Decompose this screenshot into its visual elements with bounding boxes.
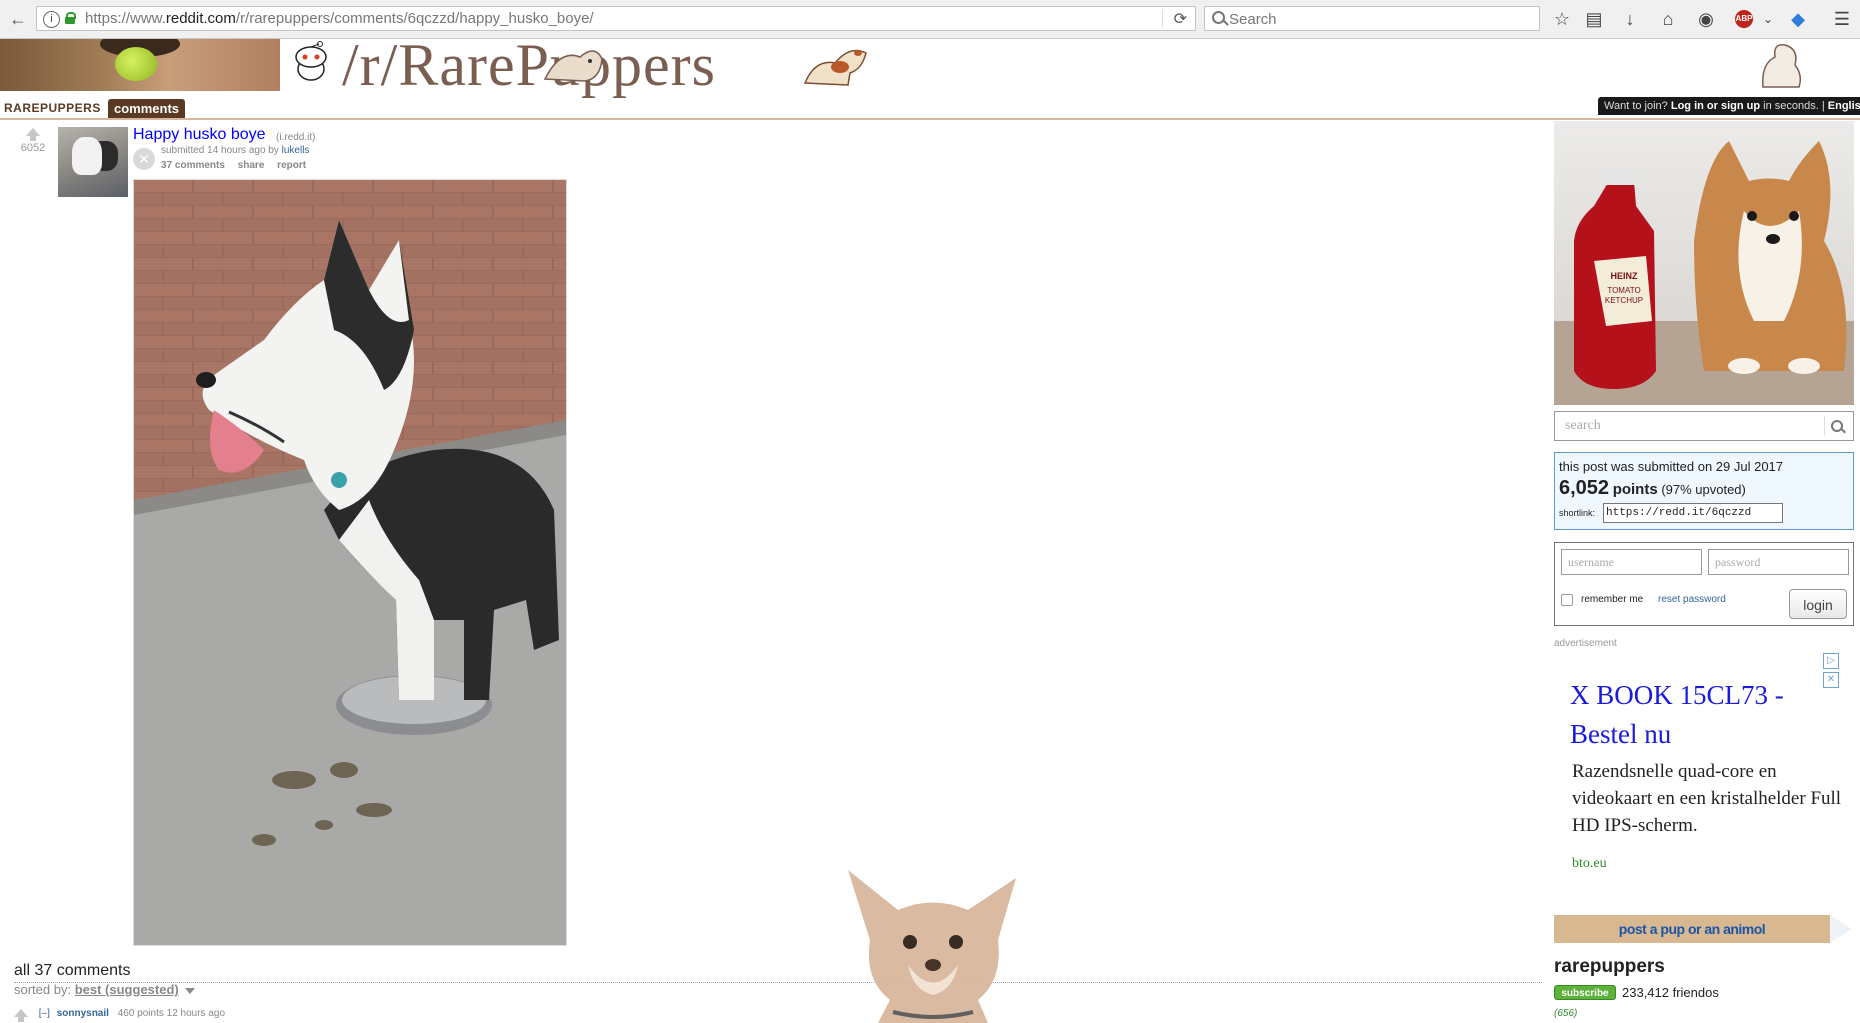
upvote-ratio: (97% upvoted) [1661,482,1746,497]
comments-divider [14,982,1542,983]
svg-text:HEINZ: HEINZ [1611,271,1639,281]
tab-subreddit[interactable]: RAREPUPPERS [4,101,101,115]
shortlink-field[interactable]: https://redd.it/6qczzd [1603,503,1783,523]
svg-text:TOMATO: TOMATO [1607,286,1640,295]
search-icon[interactable] [1831,420,1843,432]
bookmark-star-icon[interactable]: ☆ [1550,7,1574,31]
banner-image [0,39,280,91]
points-value: 6,052 [1559,477,1610,499]
submitted-date: this post was submitted on 29 Jul 2017 [1559,459,1784,474]
adblock-icon[interactable]: ABP [1735,10,1753,28]
shortlink-label: shortlink: [1559,508,1596,518]
home-icon[interactable]: ⌂ [1656,7,1680,31]
svg-text:KETCHUP: KETCHUP [1605,296,1643,305]
dog-doodle-icon [803,49,867,86]
username-field[interactable]: username [1561,549,1702,575]
reading-list-icon[interactable]: ▤ [1582,7,1606,31]
submit-post-button[interactable]: post a pup or an animol [1554,915,1830,943]
subreddit-search-input[interactable]: search [1554,411,1854,441]
comments-link[interactable]: 37 comments [161,160,225,171]
points-summary: 6,052 points (97% upvoted) [1559,477,1746,500]
post-actions: 37 comments share report [161,160,316,171]
share-link[interactable]: share [238,160,265,171]
page-info-icon[interactable]: i [43,11,60,28]
sort-menu: sorted by: best (suggested) [14,982,196,997]
tab-comments[interactable]: comments [108,99,186,118]
comment-author-link[interactable]: sonnysnail [57,1008,109,1019]
submitted-text: submitted 14 hours ago by [161,145,279,156]
post-title[interactable]: Happy husko boye [133,126,266,144]
browser-toolbar: ← i https://www.reddit.com/r/rarepuppers… [0,0,1860,39]
comment-meta: 460 points 12 hours ago [117,1008,226,1019]
login-form: username password remember me reset pass… [1554,542,1854,626]
join-prefix: Want to join? [1604,100,1668,112]
advertisement[interactable]: ▷✕ X BOOK 15CL73 - Bestel nu Razendsnell… [1554,650,1854,890]
collapse-toggle[interactable]: [–] [39,1008,50,1019]
upvote-arrow-icon[interactable] [26,128,40,141]
points-label: points [1612,481,1658,498]
login-signup-link[interactable]: Log in or sign up [1671,100,1760,112]
url-divider [1162,10,1163,28]
dog-doodle-icon [543,50,603,82]
post-thumbnail[interactable] [58,127,128,197]
chihuahua-decoration-icon [848,870,1016,1023]
ad-url[interactable]: bto.eu [1572,856,1607,872]
ad-headline[interactable]: X BOOK 15CL73 - Bestel nu [1570,676,1830,754]
browser-search-input[interactable]: Search [1204,6,1540,31]
report-link[interactable]: report [277,160,306,171]
sort-label: sorted by: [14,982,72,997]
ad-choices-badge[interactable]: ▷✕ [1822,650,1854,688]
post-score: 6052 [20,142,46,154]
sidebar-header-image: HEINZ TOMATO KETCHUP [1554,121,1854,405]
close-icon[interactable]: ✕ [133,148,155,170]
search-icon [1212,11,1225,24]
reset-password-link[interactable]: reset password [1658,594,1726,605]
reload-icon[interactable]: ⟳ [1174,9,1187,29]
subreddit-title[interactable]: /r/RarePuppers [342,31,716,100]
comment: [–] sonnysnail 460 points 12 hours ago [14,1008,226,1023]
language-link[interactable]: English [1828,100,1860,112]
post-info-box: this post was submitted on 29 Jul 2017 6… [1554,452,1854,530]
back-button[interactable]: ← [6,7,30,31]
arrow-right-icon [1830,915,1852,943]
subreddit-name[interactable]: rarepuppers [1554,956,1665,978]
reddit-snoo-logo[interactable] [292,41,330,85]
post-author-link[interactable]: lukells [282,145,310,156]
remember-me-label: remember me [1581,594,1644,605]
subreddit-header: /r/RarePuppers RAREPUPPERS comments Want… [0,32,1860,120]
pocket-icon[interactable]: ◉ [1694,7,1718,31]
extension-icon[interactable]: ◆ [1786,7,1810,31]
subscriber-count: 233,412 friendos [1622,985,1719,1000]
chevron-down-icon[interactable] [185,987,196,994]
join-prompt: Want to join? Log in or sign up in secon… [1598,97,1860,115]
advertisement-label: advertisement [1554,638,1617,649]
post-tagline: submitted 14 hours ago by lukells [161,145,309,156]
login-button[interactable]: login [1789,589,1847,619]
ad-info-icon[interactable]: ▷ [1823,653,1839,669]
post-image[interactable] [133,179,567,946]
users-online: (656) [1554,1008,1578,1019]
comments-heading: all 37 comments [14,962,131,979]
dog-doodle-icon [1762,44,1802,88]
post-domain[interactable]: (i.redd.it) [276,132,315,143]
address-bar[interactable]: i https://www.reddit.com/r/rarepuppers/c… [36,6,1196,31]
ad-body: Razendsnelle quad-core en videokaart en … [1572,761,1842,836]
remember-me-checkbox[interactable] [1561,594,1573,606]
hamburger-menu-icon[interactable]: ☰ [1830,7,1854,31]
sort-dropdown[interactable]: best (suggested) [75,982,179,997]
download-icon[interactable]: ↓ [1618,7,1642,31]
url-text[interactable]: https://www.reddit.com/r/rarepuppers/com… [85,10,594,27]
secure-lock-icon [65,12,76,24]
subscribe-button[interactable]: subscribe [1554,985,1616,1000]
chevron-down-icon[interactable]: ⌄ [1756,7,1780,31]
join-separator: | [1821,100,1825,112]
join-suffix: in seconds. [1763,100,1819,112]
upvote-arrow-icon[interactable] [14,1009,28,1023]
post-vote: 6052 [18,128,48,154]
password-field[interactable]: password [1708,549,1849,575]
